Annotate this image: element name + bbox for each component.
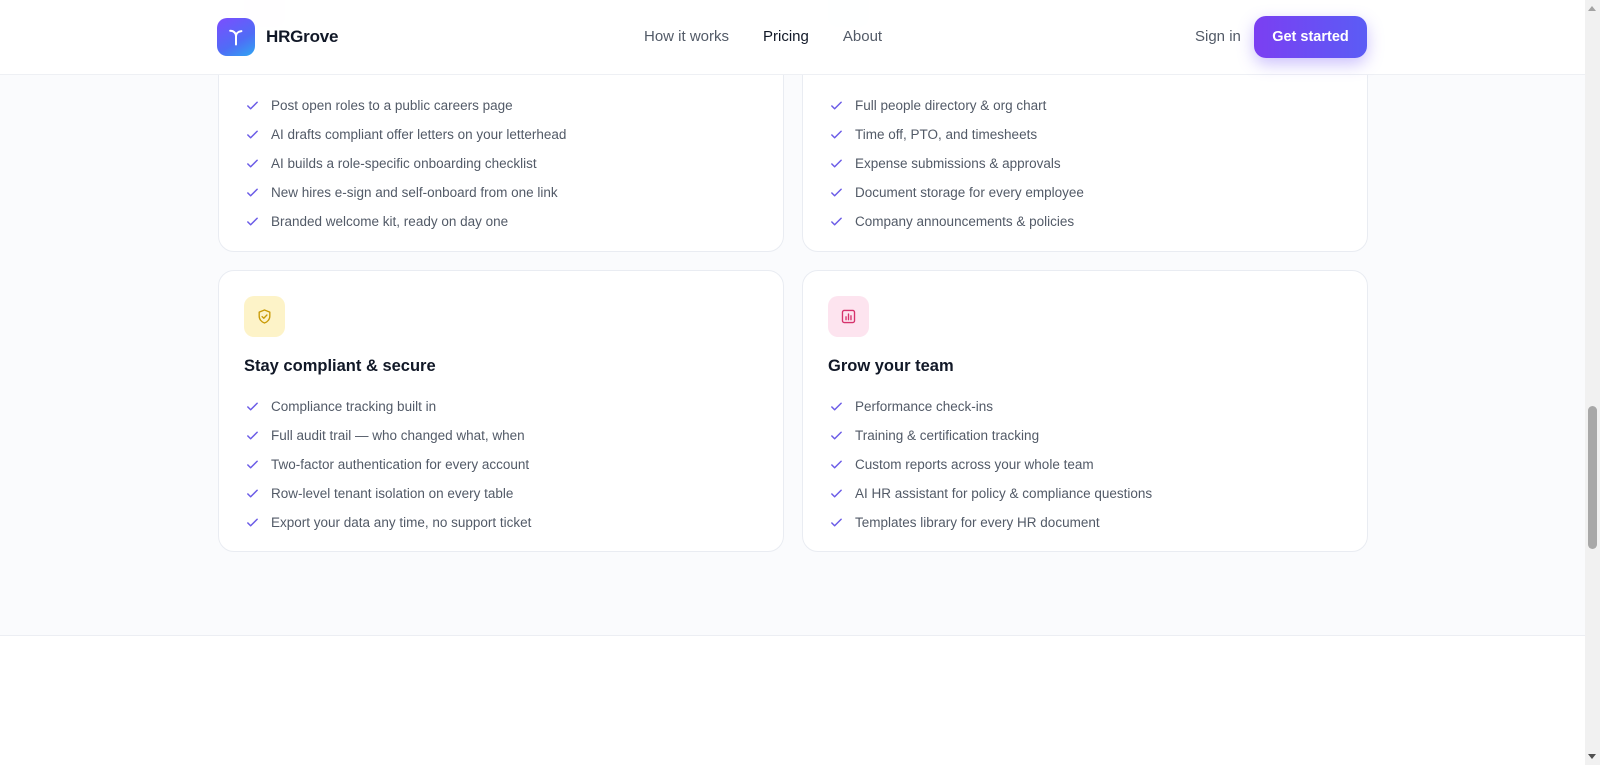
page-scrollbar[interactable] [1585, 0, 1600, 765]
list-item: Compliance tracking built in [246, 392, 531, 421]
list-item-text: Branded welcome kit, ready on day one [271, 214, 509, 229]
bar-chart-icon [841, 309, 856, 324]
feature-card-growth: Grow your team Performance check-ins Tra… [802, 270, 1368, 552]
check-icon [247, 217, 258, 226]
list-item-text: AI drafts compliant offer letters on you… [271, 127, 567, 142]
list-item: Time off, PTO, and timesheets [830, 120, 1084, 149]
nav-about[interactable]: About [843, 28, 882, 45]
list-item-text: Expense submissions & approvals [855, 156, 1061, 171]
list-item-text: Compliance tracking built in [271, 399, 437, 414]
nav-pricing[interactable]: Pricing [763, 28, 809, 45]
check-icon [831, 431, 842, 440]
list-item-text: Full audit trail — who changed what, whe… [271, 428, 525, 443]
check-icon [247, 460, 258, 469]
list-item-text: Training & certification tracking [855, 428, 1040, 443]
feature-card-compliance: Stay compliant & secure Compliance track… [218, 270, 784, 552]
list-item-text: Export your data any time, no support ti… [271, 515, 532, 530]
get-started-button[interactable]: Get started [1254, 16, 1367, 58]
card-title: Grow your team [828, 357, 954, 375]
list-item: Full audit trail — who changed what, whe… [246, 421, 531, 450]
list-item: Full people directory & org chart [830, 91, 1084, 120]
list-item: Training & certification tracking [830, 421, 1152, 450]
list-item: Performance check-ins [830, 392, 1152, 421]
check-icon [831, 188, 842, 197]
check-icon [247, 489, 258, 498]
list-item-text: Templates library for every HR document [855, 515, 1100, 530]
check-icon [831, 518, 842, 527]
logo-icon [217, 18, 255, 56]
list-item-text: Custom reports across your whole team [855, 457, 1094, 472]
feature-list: Post open roles to a public careers page… [246, 91, 566, 236]
list-item: AI HR assistant for policy & compliance … [830, 479, 1152, 508]
scroll-down-arrow-icon[interactable] [1588, 754, 1596, 759]
list-item: AI drafts compliant offer letters on you… [246, 120, 566, 149]
list-item-text: New hires e-sign and self-onboard from o… [271, 185, 558, 200]
list-item-text: Document storage for every employee [855, 185, 1084, 200]
list-item: Document storage for every employee [830, 178, 1084, 207]
check-icon [831, 402, 842, 411]
scroll-up-arrow-icon[interactable] [1588, 6, 1596, 11]
scrollbar-thumb[interactable] [1588, 406, 1597, 549]
brand-name: HRGrove [266, 27, 339, 46]
list-item-text: AI HR assistant for policy & compliance … [855, 486, 1153, 501]
list-item: Company announcements & policies [830, 207, 1084, 236]
feature-icon-tile [828, 296, 869, 337]
list-item: AI builds a role-specific onboarding che… [246, 149, 566, 178]
list-item-text: Two-factor authentication for every acco… [271, 457, 530, 472]
list-item: Custom reports across your whole team [830, 450, 1152, 479]
list-item-text: Row-level tenant isolation on every tabl… [271, 486, 514, 501]
check-icon [247, 101, 258, 110]
brand-logo-link[interactable]: HRGrove [217, 18, 338, 56]
shield-check-icon [258, 309, 271, 324]
list-item-text: Full people directory & org chart [855, 98, 1047, 113]
list-item: New hires e-sign and self-onboard from o… [246, 178, 566, 207]
check-icon [831, 217, 842, 226]
check-icon [247, 402, 258, 411]
sprout-icon [229, 29, 243, 46]
list-item: Post open roles to a public careers page [246, 91, 566, 120]
check-icon [831, 159, 842, 168]
list-item-text: Performance check-ins [855, 399, 994, 414]
check-icon [831, 130, 842, 139]
card-title: Stay compliant & secure [244, 357, 436, 375]
top-navigation-bar: HRGrove How it works Pricing About Sign … [0, 0, 1585, 75]
list-item-text: Time off, PTO, and timesheets [855, 127, 1038, 142]
list-item: Branded welcome kit, ready on day one [246, 207, 566, 236]
list-item: Export your data any time, no support ti… [246, 508, 531, 537]
list-item-text: Post open roles to a public careers page [271, 98, 513, 113]
check-icon [247, 188, 258, 197]
check-icon [247, 518, 258, 527]
list-item: Expense submissions & approvals [830, 149, 1084, 178]
check-icon [831, 101, 842, 110]
nav-how-it-works[interactable]: How it works [644, 28, 729, 45]
features-section: Post open roles to a public careers page… [0, 0, 1585, 636]
check-icon [831, 489, 842, 498]
sign-in-link[interactable]: Sign in [1195, 28, 1241, 45]
check-icon [247, 159, 258, 168]
check-icon [831, 460, 842, 469]
list-item-text: Company announcements & policies [855, 214, 1075, 229]
check-icon [247, 130, 258, 139]
list-item: Two-factor authentication for every acco… [246, 450, 531, 479]
feature-list: Performance check-ins Training & certifi… [830, 392, 1152, 537]
list-item: Templates library for every HR document [830, 508, 1152, 537]
list-item-text: AI builds a role-specific onboarding che… [271, 156, 537, 171]
feature-list: Full people directory & org chart Time o… [830, 91, 1084, 236]
feature-icon-tile [244, 296, 285, 337]
check-icon [247, 431, 258, 440]
page-viewport: Post open roles to a public careers page… [0, 0, 1585, 765]
list-item: Row-level tenant isolation on every tabl… [246, 479, 531, 508]
main-nav: How it works Pricing About [644, 28, 882, 45]
feature-list: Compliance tracking built in Full audit … [246, 392, 531, 537]
